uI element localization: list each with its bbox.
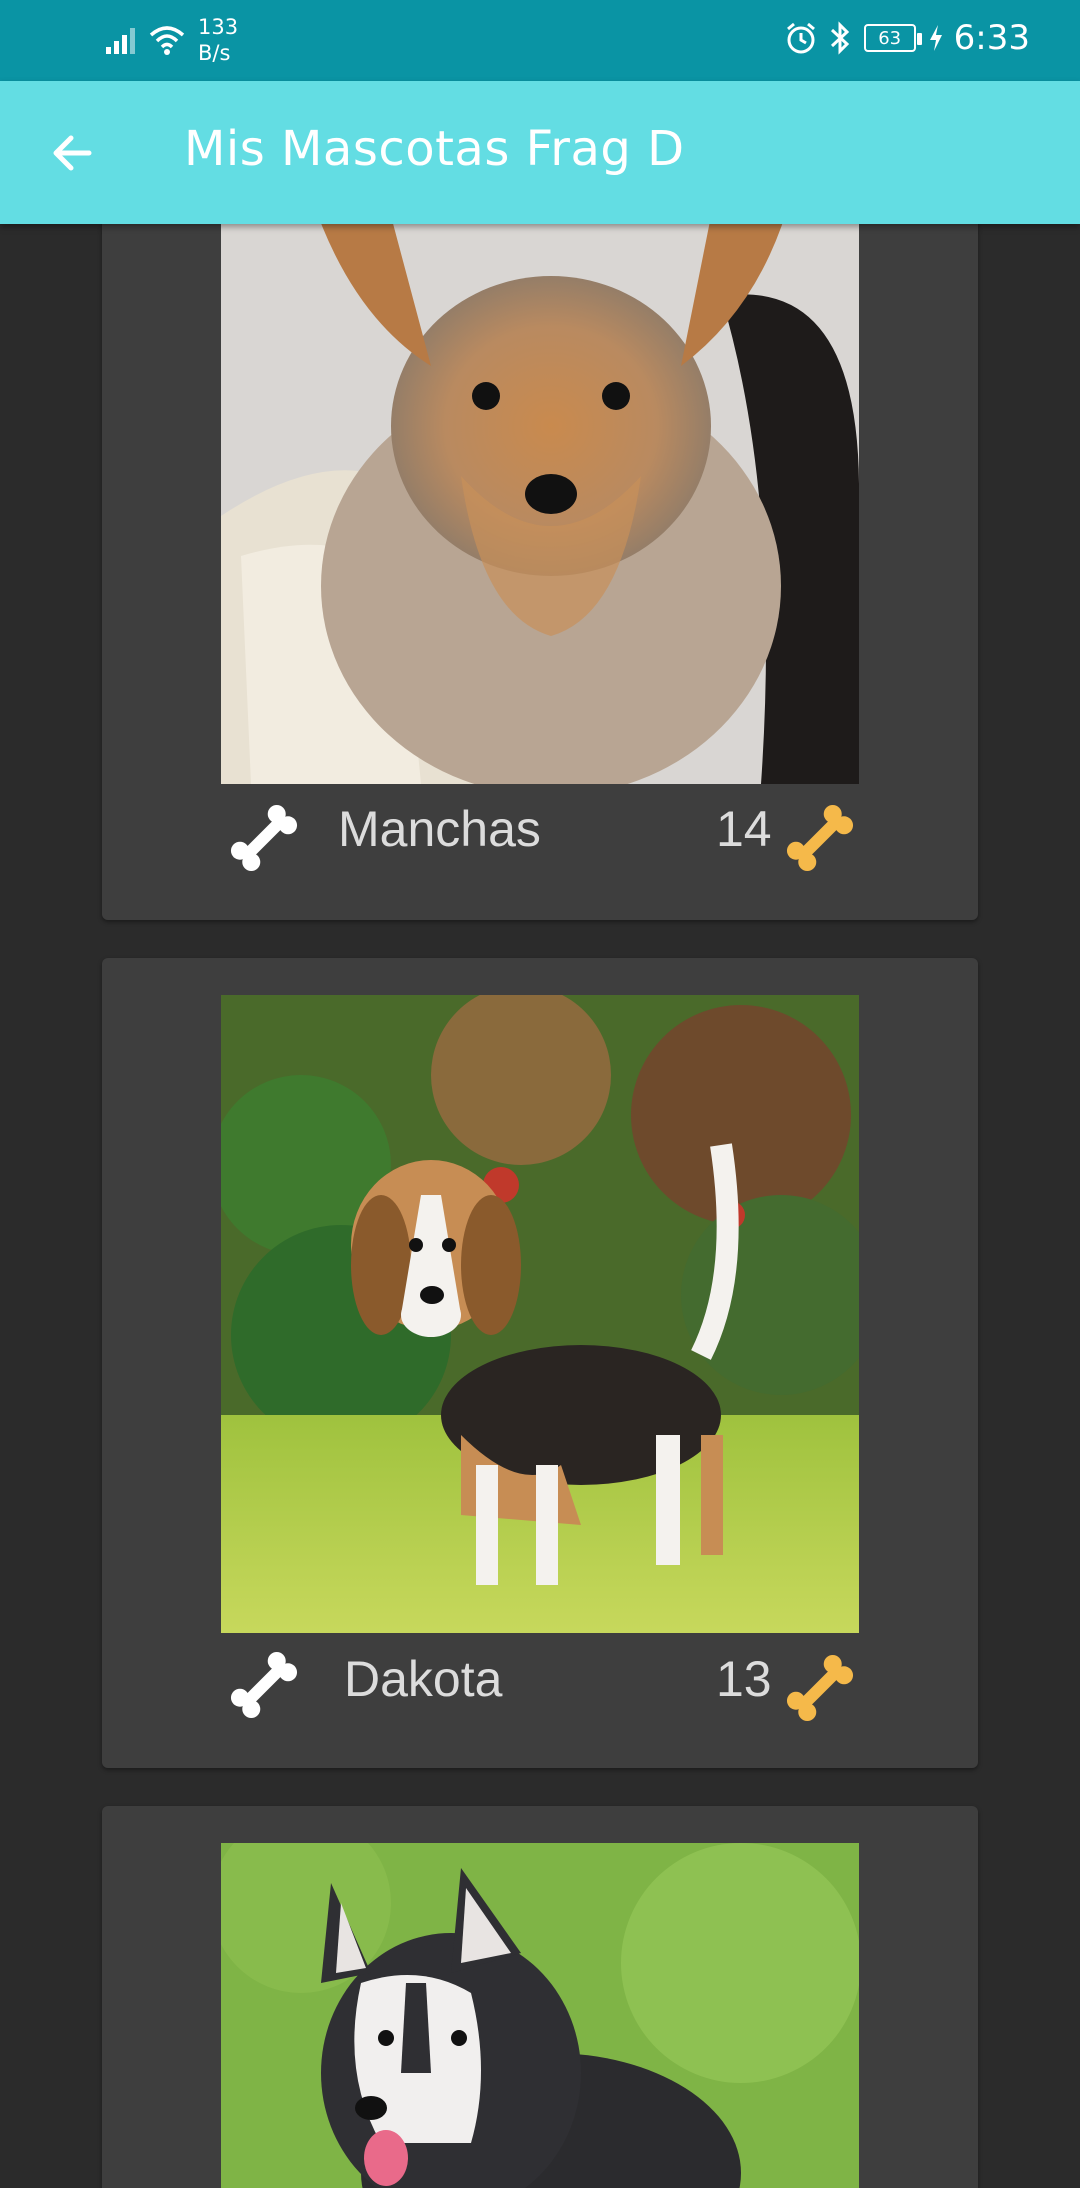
network-speed-unit: B/s — [198, 41, 231, 65]
status-bar: 133 B/s 63 6:33 — [0, 0, 1080, 81]
page-title: Mis Mascotas Frag D — [184, 121, 685, 177]
rating-bone-icon — [786, 1654, 854, 1722]
charging-icon — [929, 25, 942, 51]
network-speed-value: 133 — [198, 15, 239, 39]
battery-level: 63 — [878, 27, 902, 49]
bone-icon[interactable] — [222, 1643, 306, 1727]
bluetooth-icon — [830, 21, 849, 55]
network-speed: 133 B/s — [198, 14, 238, 66]
pet-card — [102, 1806, 978, 2188]
pet-name: Dakota — [344, 1651, 503, 1707]
pet-card: Manchas 14 — [102, 196, 978, 920]
pet-photo — [221, 1843, 859, 2188]
likes-count: 13 — [716, 1651, 772, 1707]
rating-bone-icon — [786, 804, 854, 872]
app-bar: Mis Mascotas Frag D — [0, 81, 1080, 224]
wifi-icon — [149, 26, 185, 55]
signal-icon — [106, 28, 135, 54]
likes-count: 14 — [716, 801, 772, 857]
arrow-back-icon — [53, 135, 92, 171]
pet-photo — [221, 995, 859, 1633]
battery-icon: 63 — [863, 24, 922, 52]
alarm-icon — [786, 22, 815, 54]
back-button[interactable] — [32, 113, 112, 193]
pet-photo — [221, 196, 859, 784]
pet-name: Manchas — [338, 801, 541, 857]
pet-card: Dakota 13 — [102, 958, 978, 1768]
status-right: 63 6:33 — [784, 18, 1030, 58]
bone-icon[interactable] — [222, 796, 306, 880]
clock: 6:33 — [953, 18, 1030, 58]
status-left: 133 B/s — [104, 14, 238, 66]
